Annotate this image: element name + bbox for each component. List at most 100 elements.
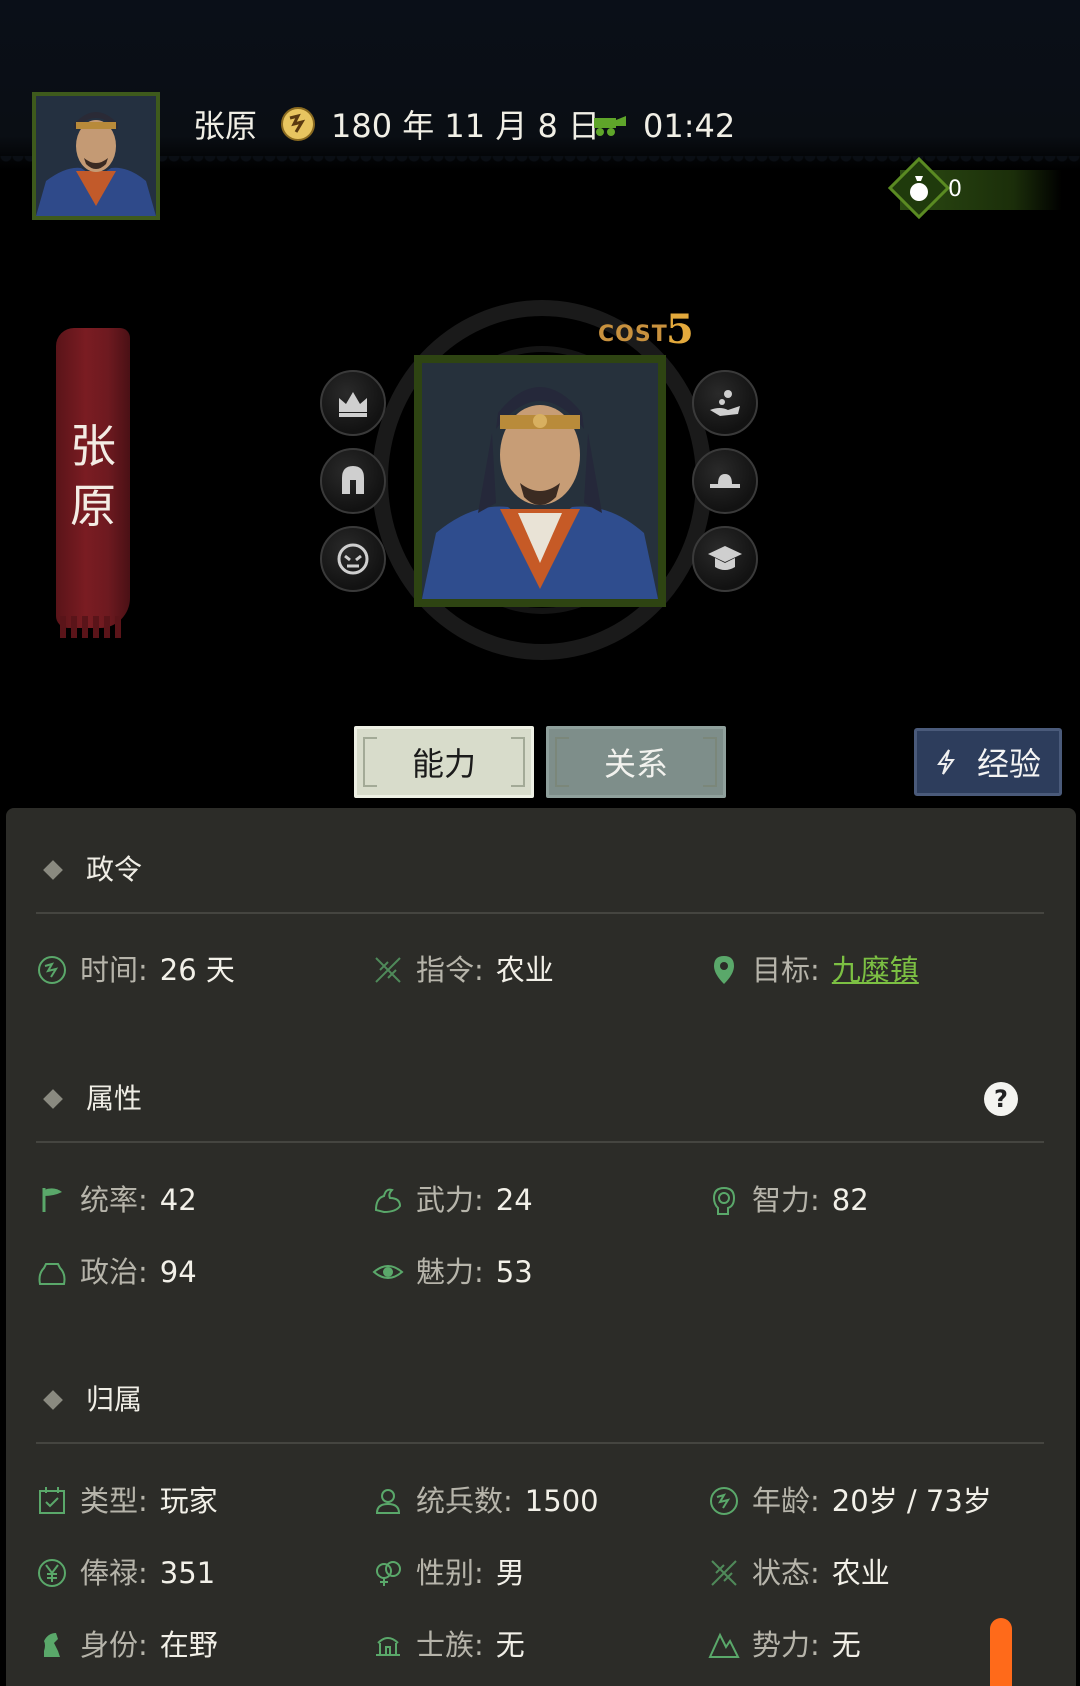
lightning-icon [937,749,955,775]
gender-icon [376,1561,401,1586]
field-label: 势力 [752,1628,811,1662]
section-affiliation-title: 归属 [42,1380,142,1420]
cart-icon [594,116,626,136]
portrait-large-image [422,363,658,599]
avatar[interactable] [32,92,160,220]
field-value: 无 [831,1628,861,1662]
field-label: 状态 [752,1556,811,1590]
section-title: 政令 [86,853,143,886]
tab-relation[interactable]: 关系 [546,726,726,798]
field-value: 男 [495,1556,525,1590]
hand-seed-icon [710,390,740,416]
field-faction: 势力: 无 [708,1623,861,1667]
field-label: 时间 [80,953,139,987]
clock-swirl-icon [38,956,66,984]
target-link[interactable]: 九糜镇 [832,948,919,992]
field-label: 指令 [416,953,475,987]
field-gender: 性别: 男 [372,1551,525,1595]
game-date: 180 年 11 月 8 日 [331,107,601,145]
field-label: 政治 [80,1255,139,1289]
field-order: 指令: 农业 [372,948,554,992]
game-time: 01:42 [643,107,736,145]
field-intelligence: 智力: 82 [708,1178,869,1222]
bag-icon [38,1263,66,1285]
field-value: 农业 [495,953,554,987]
experience-label: 经验 [976,745,1041,783]
crown-button[interactable] [320,370,386,436]
crown-icon [339,392,367,417]
helmet-icon [342,466,364,494]
tab-ability[interactable]: 能力 [354,726,534,798]
field-value: 42 [159,1183,197,1217]
chess-knight-icon [44,1633,60,1657]
field-salary: 俸禄: 351 [36,1551,215,1595]
field-value: 24 [495,1183,533,1217]
field-politics: 政治: 94 [36,1250,197,1294]
field-type: 类型: 玩家 [36,1479,218,1523]
character-portrait[interactable] [414,355,666,607]
muscle-arm-icon [374,1188,402,1214]
help-icon[interactable]: ? [984,1082,1018,1116]
field-charm: 魅力: 53 [372,1250,533,1294]
crossed-weapons-icon [375,957,401,983]
helmet-button[interactable] [320,448,386,514]
field-label: 性别 [416,1556,475,1590]
cost-value: 5 [666,306,694,353]
money-value: 0 [948,177,962,202]
scholar-button[interactable] [692,526,758,592]
hat-button[interactable] [692,448,758,514]
field-label: 年龄 [752,1484,811,1518]
field-value: 在野 [159,1628,218,1662]
divider [36,912,1044,914]
field-label: 魅力 [416,1255,475,1289]
temple-icon [376,1637,400,1656]
field-target: 目标: 九糜镇 [708,948,919,992]
mountain-icon [708,1632,740,1658]
calendar-icon [281,107,315,141]
field-identity: 身份: 在野 [36,1623,218,1667]
field-troops: 统兵数: 1500 [372,1479,599,1523]
calendar-check-icon [39,1487,65,1514]
field-label: 统兵数 [416,1484,504,1518]
field-value: 20岁 / 73岁 [831,1484,992,1518]
harvest-button[interactable] [692,370,758,436]
yen-coin-icon [38,1559,66,1587]
field-label: 智力 [752,1183,811,1217]
experience-button[interactable]: 经验 [914,728,1062,796]
eye-icon [372,1265,404,1279]
person-icon [375,1489,401,1514]
graduation-cap-icon [708,546,742,570]
divider [36,1442,1044,1444]
field-age: 年龄: 20岁 / 73岁 [708,1479,992,1523]
banner-char-1: 张 [70,419,116,473]
field-label: 统率 [80,1183,139,1217]
diamond-bullet-icon [43,860,63,880]
field-command: 统率: 42 [36,1178,197,1222]
field-label: 俸禄 [80,1556,139,1590]
field-label: 类型 [80,1484,139,1518]
field-value: 53 [495,1255,533,1289]
field-status: 状态: 农业 [708,1551,890,1595]
beast-button[interactable] [320,526,386,592]
section-attributes-title: 属性 [42,1079,142,1119]
field-value: 农业 [831,1556,890,1590]
player-name: 张原 [193,107,258,145]
section-title: 属性 [86,1082,143,1115]
field-value: 无 [495,1628,525,1662]
cost-label: COST [598,322,668,347]
divider [36,1141,1044,1143]
field-label: 武力 [416,1183,475,1217]
crossed-weapons-icon [711,1560,737,1586]
field-value: 94 [159,1255,197,1289]
field-label: 身份 [80,1628,139,1662]
field-label: 目标 [752,953,811,987]
field-value: 26 天 [159,953,235,987]
field-value: 82 [831,1183,869,1217]
location-pin-icon [714,956,734,984]
clock-swirl-icon [710,1487,738,1515]
section-decree-title: 政令 [42,850,142,890]
section-title: 归属 [86,1383,143,1416]
field-force: 武力: 24 [372,1178,533,1222]
official-hat-icon [710,474,740,488]
diamond-bullet-icon [43,1089,63,1109]
